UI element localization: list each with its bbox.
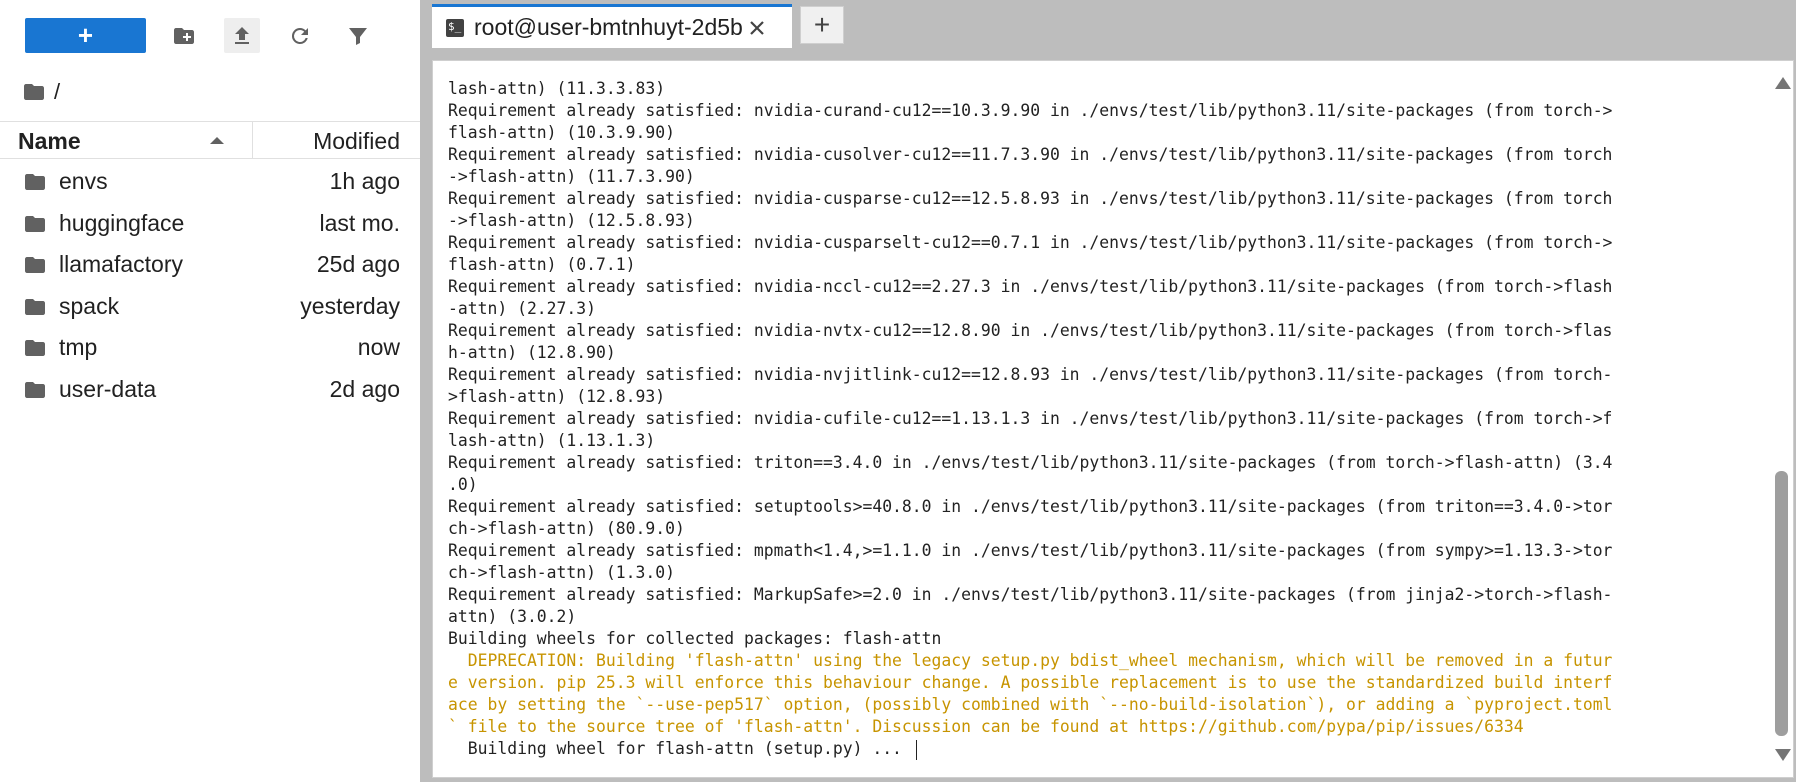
file-name: tmp — [59, 334, 98, 361]
terminal-line: ch->flash-attn) (80.9.0) — [448, 519, 685, 538]
scroll-down-icon[interactable] — [1775, 749, 1791, 761]
file-browser-panel: + / Name Modified envs 1h ago huggingfac… — [0, 0, 420, 782]
terminal-output: lash-attn) (11.3.3.83) Requirement alread… — [448, 78, 1758, 760]
tab-bar: $_ root@user-bmtnhuyt-2d5b + — [430, 0, 1796, 52]
filter-button[interactable] — [340, 18, 376, 53]
terminal-line: -attn) (2.27.3) — [448, 299, 597, 318]
panel-resize-handle[interactable] — [420, 0, 430, 782]
terminal-line: attn) (3.0.2) — [448, 607, 577, 626]
file-row-llamafactory[interactable]: llamafactory 25d ago — [0, 244, 420, 286]
terminal-view[interactable]: lash-attn) (11.3.3.83) Requirement alread… — [432, 60, 1794, 778]
file-row-envs[interactable]: envs 1h ago — [0, 161, 420, 203]
tab-terminal[interactable]: $_ root@user-bmtnhuyt-2d5b — [432, 4, 792, 48]
terminal-line: Requirement already satisfied: nvidia-cu… — [448, 189, 1613, 208]
folder-icon — [25, 381, 45, 398]
terminal-line: ->flash-attn) (12.5.8.93) — [448, 211, 695, 230]
tab-close-button[interactable] — [748, 19, 766, 37]
terminal-warning-line: ace by setting the `--use-pep517` option… — [448, 695, 1613, 714]
terminal-line: Requirement already satisfied: nvidia-cu… — [448, 233, 1613, 252]
terminal-line: .0) — [448, 475, 478, 494]
terminal-icon: $_ — [446, 18, 464, 37]
file-row-huggingface[interactable]: huggingface last mo. — [0, 203, 420, 245]
folder-icon — [25, 257, 45, 274]
terminal-line: h-attn) (12.8.90) — [448, 343, 616, 362]
folder-icon — [25, 174, 45, 190]
terminal-line: ->flash-attn) (11.7.3.90) — [448, 167, 695, 186]
column-divider[interactable] — [252, 122, 253, 159]
file-modified: 2d ago — [329, 375, 400, 402]
tab-title: root@user-bmtnhuyt-2d5b — [474, 14, 742, 40]
terminal-line: Requirement already satisfied: triton==3… — [448, 453, 1613, 472]
folder-icon[interactable] — [22, 80, 46, 104]
breadcrumb-root[interactable]: / — [54, 79, 60, 105]
file-name: spack — [59, 292, 120, 319]
upload-icon — [235, 26, 249, 44]
file-row-spack[interactable]: spack yesterday — [0, 286, 420, 328]
terminal-warning-line: ` file to the source tree of 'flash-attn… — [448, 717, 1524, 736]
terminal-warning-line: e version. pip 25.3 will enforce this be… — [448, 673, 1613, 692]
folder-icon — [25, 340, 45, 357]
scroll-thumb[interactable] — [1775, 471, 1788, 736]
file-modified: last mo. — [319, 209, 400, 236]
file-row-tmp[interactable]: tmp now — [0, 327, 420, 369]
column-name-header[interactable]: Name — [18, 128, 81, 155]
terminal-line: Requirement already satisfied: nvidia-nc… — [448, 277, 1613, 296]
terminal-line: lash-attn) (11.3.3.83) — [448, 79, 666, 98]
main-dock-area: $_ root@user-bmtnhuyt-2d5b + lash-attn) … — [430, 0, 1796, 782]
breadcrumb: / — [22, 78, 60, 106]
terminal-line: flash-attn) (0.7.1) — [448, 255, 636, 274]
file-name: user-data — [59, 375, 157, 402]
terminal-line: lash-attn) (1.13.1.3) — [448, 431, 656, 450]
refresh-button[interactable] — [282, 18, 318, 53]
refresh-icon — [291, 27, 308, 44]
terminal-line: Requirement already satisfied: nvidia-cu… — [448, 409, 1613, 428]
file-row-user-data[interactable]: user-data 2d ago — [0, 369, 420, 411]
terminal-line: Requirement already satisfied: mpmath<1.… — [448, 541, 1613, 560]
scroll-up-icon[interactable] — [1775, 77, 1791, 89]
new-launcher-button[interactable]: + — [25, 18, 146, 53]
new-folder-button[interactable] — [166, 18, 202, 53]
file-list-header: Name Modified — [0, 121, 420, 159]
terminal-current-text: Building wheel for flash-attn (setup.py)… — [448, 739, 912, 758]
file-name: envs — [59, 168, 108, 194]
terminal-line: Requirement already satisfied: setuptool… — [448, 497, 1613, 516]
file-modified: yesterday — [300, 292, 400, 319]
terminal-scrollbar[interactable] — [1771, 61, 1793, 777]
terminal-line: >flash-attn) (12.8.93) — [448, 387, 666, 406]
terminal-line: Requirement already satisfied: nvidia-cu… — [448, 101, 1613, 120]
terminal-line: flash-attn) (10.3.9.90) — [448, 123, 675, 142]
column-modified-header[interactable]: Modified — [313, 128, 400, 155]
folder-icon — [25, 298, 45, 315]
terminal-line: Requirement already satisfied: nvidia-nv… — [448, 321, 1613, 340]
file-modified: now — [357, 334, 400, 361]
sort-ascending-icon[interactable] — [210, 137, 224, 144]
close-icon — [750, 20, 764, 35]
terminal-line: Requirement already satisfied: MarkupSaf… — [448, 585, 1613, 604]
terminal-line: Requirement already satisfied: nvidia-nv… — [448, 365, 1613, 384]
terminal-warning-line: DEPRECATION: Building 'flash-attn' using… — [448, 651, 1613, 670]
terminal-line: Requirement already satisfied: nvidia-cu… — [448, 145, 1613, 164]
file-list: envs 1h ago huggingface last mo. llamafa… — [0, 161, 420, 411]
folder-icon — [25, 215, 45, 232]
add-tab-button[interactable]: + — [800, 6, 844, 44]
terminal-line: Building wheels for collected packages: … — [448, 629, 942, 648]
terminal-cursor — [915, 739, 917, 760]
file-modified: 25d ago — [316, 251, 400, 278]
terminal-current-line: Building wheel for flash-attn (setup.py)… — [448, 738, 1758, 760]
terminal-line: ch->flash-attn) (1.3.0) — [448, 563, 675, 582]
file-modified: 1h ago — [329, 168, 400, 194]
file-name: huggingface — [59, 209, 185, 236]
upload-button[interactable] — [224, 18, 260, 53]
filter-icon — [349, 27, 367, 45]
file-name: llamafactory — [59, 251, 183, 278]
new-folder-icon — [174, 27, 194, 44]
